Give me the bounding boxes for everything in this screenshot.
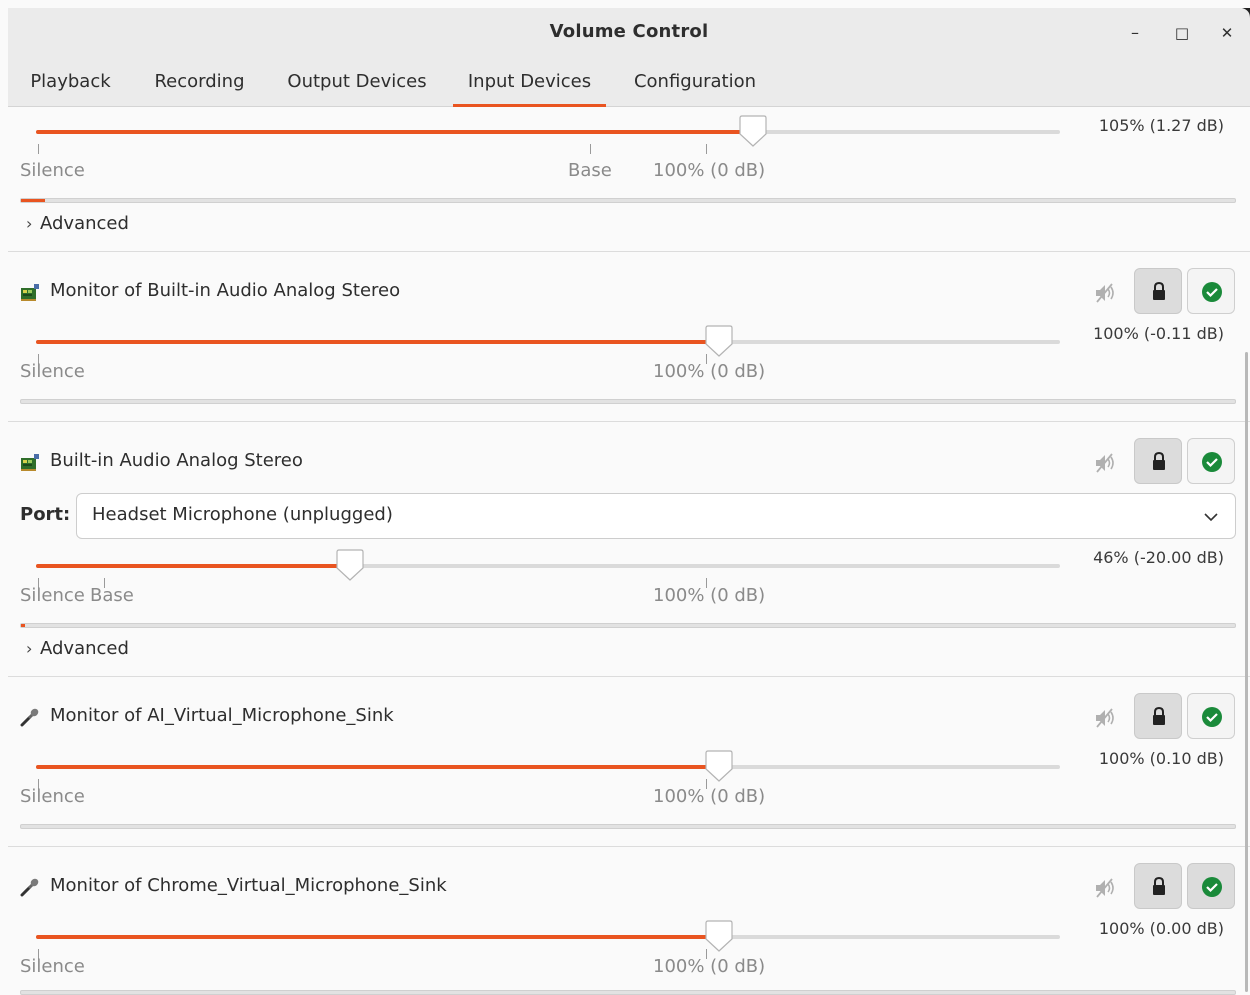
volume-slider-thumb[interactable] bbox=[703, 749, 735, 785]
volume-slider[interactable] bbox=[36, 115, 1060, 147]
tick-label-100: 100% (0 dB) bbox=[653, 160, 766, 181]
microphone-icon bbox=[20, 708, 39, 727]
volume-slider-thumb[interactable] bbox=[703, 324, 735, 360]
lock-icon bbox=[1153, 281, 1165, 300]
device-name: Monitor of Chrome_Virtual_Microphone_Sin… bbox=[50, 875, 447, 896]
set-default-button[interactable] bbox=[1187, 438, 1235, 484]
minimize-button[interactable]: – bbox=[1122, 20, 1148, 46]
title-bar[interactable]: Volume Control – □ ✕ bbox=[8, 8, 1250, 56]
close-button[interactable]: ✕ bbox=[1214, 20, 1240, 46]
tab-input-devices[interactable]: Input Devices bbox=[453, 56, 606, 107]
device-row: Monitor of AI_Virtual_Microphone_Sink 10… bbox=[8, 677, 1250, 847]
tick-label-100: 100% (0 dB) bbox=[653, 786, 766, 807]
chevron-right-icon: › bbox=[26, 639, 33, 658]
tick-label-base: Base bbox=[90, 585, 134, 606]
window-title: Volume Control bbox=[549, 21, 709, 42]
volume-readout: 105% (1.27 dB) bbox=[1098, 116, 1224, 135]
volume-slider[interactable] bbox=[36, 920, 1060, 952]
mute-button[interactable] bbox=[1092, 704, 1120, 732]
lock-channels-button[interactable] bbox=[1134, 693, 1182, 739]
set-default-button[interactable] bbox=[1187, 863, 1235, 909]
window-corner bbox=[1242, 8, 1250, 18]
tick-silence bbox=[38, 144, 39, 154]
mute-button[interactable] bbox=[1092, 874, 1120, 902]
microphone-icon bbox=[20, 878, 39, 897]
lock-icon bbox=[1153, 451, 1165, 470]
device-name: Monitor of Built-in Audio Analog Stereo bbox=[50, 280, 401, 301]
check-icon bbox=[1202, 282, 1222, 302]
check-icon bbox=[1202, 877, 1222, 897]
level-meter bbox=[20, 399, 1236, 404]
scrollbar[interactable] bbox=[1245, 352, 1248, 992]
tab-playback[interactable]: Playback bbox=[20, 56, 121, 107]
mute-button[interactable] bbox=[1092, 279, 1120, 307]
tab-configuration[interactable]: Configuration bbox=[620, 56, 770, 107]
volume-slider-fill bbox=[36, 564, 350, 568]
lock-channels-button[interactable] bbox=[1134, 863, 1182, 909]
level-meter bbox=[20, 198, 1236, 203]
volume-slider[interactable] bbox=[36, 750, 1060, 782]
mute-button[interactable] bbox=[1092, 449, 1120, 477]
level-meter bbox=[20, 824, 1236, 829]
sound-card-icon bbox=[21, 454, 39, 471]
tab-output-devices[interactable]: Output Devices bbox=[278, 56, 436, 107]
lock-icon bbox=[1153, 706, 1165, 725]
device-row: 105% (1.27 dB) Silence Base 100% (0 dB) … bbox=[8, 107, 1250, 244]
lock-channels-button[interactable] bbox=[1134, 268, 1182, 314]
volume-readout: 46% (-20.00 dB) bbox=[1093, 548, 1224, 567]
port-label: Port: bbox=[20, 504, 71, 525]
set-default-button[interactable] bbox=[1187, 268, 1235, 314]
tick-label-silence: Silence bbox=[20, 786, 85, 807]
device-name: Monitor of AI_Virtual_Microphone_Sink bbox=[50, 705, 394, 726]
device-name: Built-in Audio Analog Stereo bbox=[50, 450, 303, 471]
advanced-expander[interactable]: › Advanced bbox=[26, 638, 129, 659]
check-icon bbox=[1202, 452, 1222, 472]
device-row: Built-in Audio Analog Stereo Port: Heads… bbox=[8, 422, 1250, 677]
level-meter-fill bbox=[21, 624, 25, 627]
volume-slider[interactable] bbox=[36, 325, 1060, 357]
tick-label-silence: Silence bbox=[20, 361, 85, 382]
tick-label-100: 100% (0 dB) bbox=[653, 361, 766, 382]
tick-label-100: 100% (0 dB) bbox=[653, 956, 766, 977]
chevron-down-icon bbox=[1204, 513, 1218, 522]
tick-base bbox=[590, 144, 591, 154]
volume-slider[interactable] bbox=[36, 549, 1060, 581]
tick-label-silence: Silence bbox=[20, 585, 85, 606]
volume-control-window: Volume Control – □ ✕ Playback Recording … bbox=[8, 8, 1250, 995]
volume-slider-fill bbox=[36, 765, 719, 769]
lock-channels-button[interactable] bbox=[1134, 438, 1182, 484]
volume-slider-thumb[interactable] bbox=[737, 114, 769, 150]
level-meter bbox=[20, 623, 1236, 628]
volume-slider-fill bbox=[36, 935, 719, 939]
tick-label-base: Base bbox=[568, 160, 612, 181]
port-dropdown[interactable]: Headset Microphone (unplugged) bbox=[76, 493, 1236, 539]
volume-readout: 100% (0.10 dB) bbox=[1098, 749, 1224, 768]
lock-icon bbox=[1153, 876, 1165, 895]
volume-readout: 100% (-0.11 dB) bbox=[1093, 324, 1224, 343]
port-selected-value: Headset Microphone (unplugged) bbox=[92, 504, 393, 525]
level-meter-fill bbox=[21, 199, 46, 202]
tick-label-silence: Silence bbox=[20, 956, 85, 977]
check-icon bbox=[1202, 707, 1222, 727]
tab-recording[interactable]: Recording bbox=[141, 56, 258, 107]
volume-readout: 100% (0.00 dB) bbox=[1098, 919, 1224, 938]
tab-bar: Playback Recording Output Devices Input … bbox=[8, 56, 1250, 107]
volume-slider-fill bbox=[36, 340, 719, 344]
device-row: Monitor of Chrome_Virtual_Microphone_Sin… bbox=[8, 847, 1250, 995]
volume-slider-fill bbox=[36, 130, 753, 134]
device-list[interactable]: 105% (1.27 dB) Silence Base 100% (0 dB) … bbox=[8, 107, 1250, 995]
level-meter bbox=[20, 990, 1236, 995]
device-row: Monitor of Built-in Audio Analog Stereo … bbox=[8, 252, 1250, 422]
set-default-button[interactable] bbox=[1187, 693, 1235, 739]
tick-label-silence: Silence bbox=[20, 160, 85, 181]
advanced-expander[interactable]: › Advanced bbox=[26, 213, 129, 234]
chevron-right-icon: › bbox=[26, 214, 33, 233]
tick-100 bbox=[706, 144, 707, 154]
tick-label-100: 100% (0 dB) bbox=[653, 585, 766, 606]
sound-card-icon bbox=[21, 284, 39, 301]
maximize-button[interactable]: □ bbox=[1169, 20, 1195, 46]
volume-slider-thumb[interactable] bbox=[334, 548, 366, 584]
volume-slider-thumb[interactable] bbox=[703, 919, 735, 955]
